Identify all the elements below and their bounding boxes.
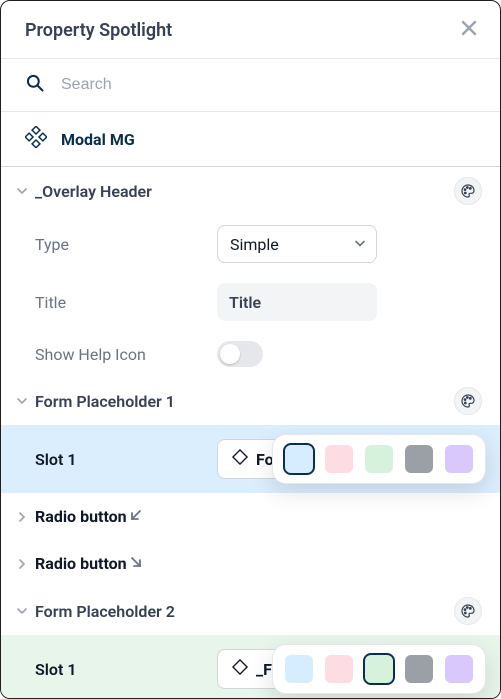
arrow-se-icon <box>129 554 143 573</box>
section-title: Form Placeholder 1 <box>35 392 454 411</box>
swatch-pink[interactable] <box>325 445 353 473</box>
section-form-placeholder-2[interactable]: Form Placeholder 2 <box>1 587 500 635</box>
palette-button[interactable] <box>454 597 482 625</box>
chevron-down-icon <box>15 184 29 198</box>
toggle-knob <box>220 344 240 364</box>
slot-row-form2: Slot 1 _Form <box>1 635 500 699</box>
slot-row-form1: Slot 1 Forms <box>1 425 500 493</box>
panel-title: Property Spotlight <box>25 20 172 41</box>
slot-label: Slot 1 <box>35 660 201 679</box>
property-spotlight-panel: Property Spotlight Modal MG _Overlay <box>0 0 501 699</box>
section-radio-1[interactable]: Radio button <box>1 493 500 540</box>
swatch-purple[interactable] <box>445 655 473 683</box>
swatch-gray[interactable] <box>405 655 433 683</box>
section-title: Radio button <box>35 554 127 573</box>
chevron-right-icon <box>15 510 29 524</box>
section-overlay-header[interactable]: _Overlay Header <box>1 167 500 215</box>
prop-type: Type Simple <box>1 215 500 273</box>
component-name: Modal MG <box>61 130 135 149</box>
section-radio-2[interactable]: Radio button <box>1 540 500 587</box>
title-input[interactable]: Title <box>217 283 377 321</box>
type-select-value: Simple <box>230 235 279 254</box>
close-icon[interactable] <box>460 19 478 42</box>
component-bar: Modal MG <box>1 112 500 167</box>
swatch-green[interactable] <box>365 445 393 473</box>
section-title: _Overlay Header <box>35 182 454 201</box>
swatch-gray[interactable] <box>405 445 433 473</box>
arrow-sw-icon <box>129 507 143 526</box>
section-title: Radio button <box>35 507 127 526</box>
section-title: Form Placeholder 2 <box>35 602 454 621</box>
color-swatch-popover <box>272 434 486 484</box>
chevron-down-icon <box>15 394 29 408</box>
section-form-placeholder-1[interactable]: Form Placeholder 1 <box>1 377 500 425</box>
title-input-value: Title <box>229 293 261 312</box>
show-help-toggle[interactable] <box>217 341 263 367</box>
swatch-blue[interactable] <box>285 655 313 683</box>
component-icon <box>25 126 47 152</box>
prop-label: Show Help Icon <box>35 345 201 364</box>
prop-label: Type <box>35 235 201 254</box>
prop-show-help: Show Help Icon <box>1 331 500 377</box>
search-input[interactable] <box>59 75 478 95</box>
instance-icon <box>232 659 248 679</box>
chevron-right-icon <box>15 557 29 571</box>
prop-label: Title <box>35 293 201 312</box>
color-swatch-popover <box>272 644 486 694</box>
instance-icon <box>232 449 248 469</box>
swatch-pink[interactable] <box>325 655 353 683</box>
prop-title: Title Title <box>1 273 500 331</box>
palette-button[interactable] <box>454 177 482 205</box>
search-icon <box>25 73 45 97</box>
type-select[interactable]: Simple <box>217 225 377 263</box>
chevron-down-icon <box>15 604 29 618</box>
palette-button[interactable] <box>454 387 482 415</box>
chevron-down-icon <box>354 235 366 254</box>
search-row <box>1 59 500 112</box>
swatch-blue[interactable] <box>285 445 313 473</box>
swatch-purple[interactable] <box>445 445 473 473</box>
swatch-green[interactable] <box>365 655 393 683</box>
slot-label: Slot 1 <box>35 450 201 469</box>
panel-header: Property Spotlight <box>1 1 500 59</box>
